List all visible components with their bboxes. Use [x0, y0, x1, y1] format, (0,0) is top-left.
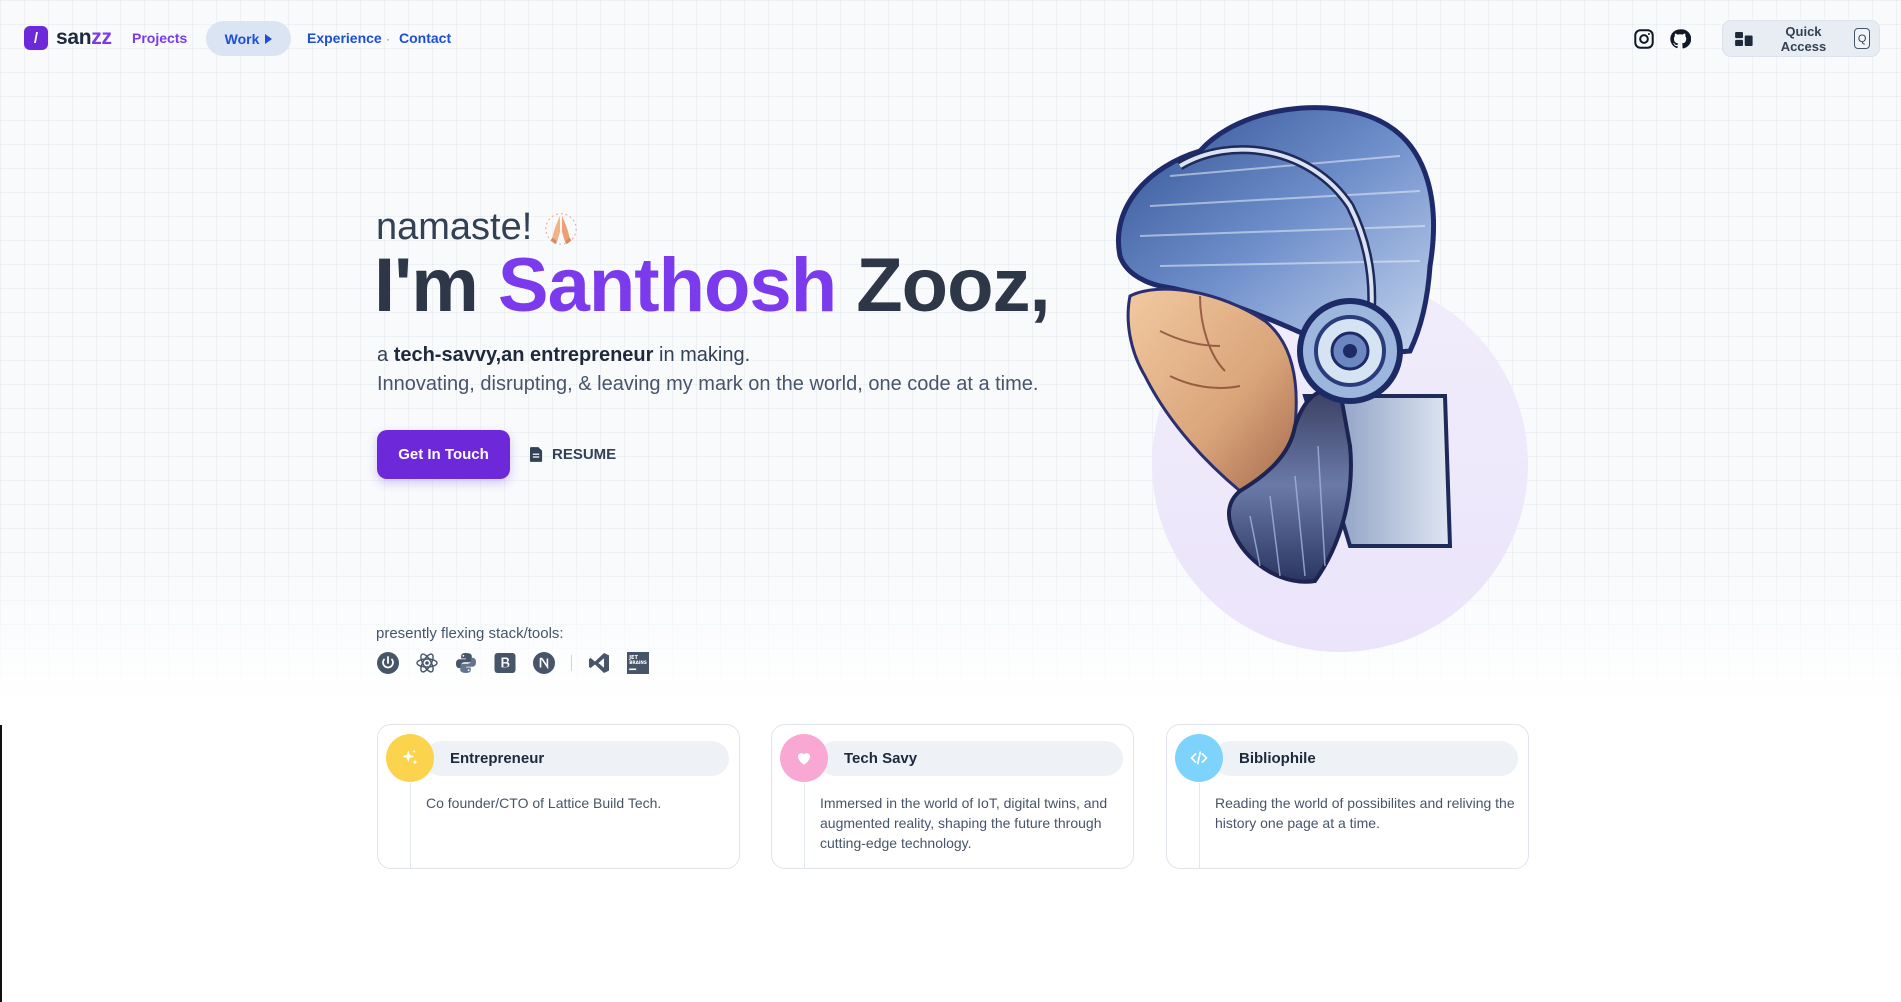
quick-access-label: Quick Access [1780, 23, 1827, 54]
vscode-icon [589, 653, 609, 673]
card-connector-line [804, 783, 805, 869]
nav-link-work-label: Work [224, 30, 260, 47]
nav-link-projects[interactable]: Projects [132, 30, 187, 46]
sparkles-icon [386, 734, 434, 782]
jetbrains-icon: JET BRAINS [627, 652, 649, 674]
portrait-illustration [1116, 105, 1453, 584]
card-entrepreneur: Entrepreneur Co founder/CTO of Lattice B… [377, 724, 740, 869]
nav-separator-dot: · [386, 32, 390, 46]
top-navbar: / sanzz Projects Work Experience · Conta… [0, 0, 1901, 78]
resume-label: RESUME [552, 446, 617, 463]
heart-icon [780, 734, 828, 782]
dashboard-icon [1735, 31, 1753, 46]
keyboard-shortcut-key: Q [1854, 28, 1870, 49]
headline-suffix: Zooz, [836, 243, 1050, 328]
github-icon[interactable] [1669, 28, 1692, 50]
nextjs-icon [533, 652, 555, 674]
logo-text-main: san [56, 26, 92, 49]
card-tech-savy: Tech Savy Immersed in the world of IoT, … [771, 724, 1134, 869]
tagline-prefix: a [377, 344, 394, 366]
card-connector-line [410, 783, 411, 869]
logo-text-accent: zz [91, 26, 112, 49]
card-title: Bibliophile [1213, 741, 1518, 776]
folded-hands-icon [545, 212, 578, 245]
card-description: Reading the world of possibilites and re… [1215, 795, 1515, 831]
site-logo[interactable]: / sanzz [24, 26, 112, 50]
python-icon [456, 653, 476, 673]
card-title: Entrepreneur [424, 741, 729, 776]
headline-prefix: I'm [374, 243, 498, 328]
nav-link-experience[interactable]: Experience [307, 30, 382, 46]
nav-link-work[interactable]: Work [206, 21, 291, 56]
card-bibliophile: Bibliophile Reading the world of possibi… [1166, 724, 1529, 869]
instagram-icon[interactable] [1633, 28, 1655, 50]
nav-link-contact[interactable]: Contact [399, 30, 451, 46]
headline-name: Santhosh [497, 243, 837, 328]
resume-link[interactable]: RESUME [530, 446, 616, 463]
hero-subline: Innovating, disrupting, & leaving my mar… [377, 373, 1039, 395]
tech-stack-icons: JET BRAINS [376, 651, 650, 675]
card-description: Co founder/CTO of Lattice Build Tech. [426, 795, 662, 811]
stack-separator [571, 655, 572, 671]
react-icon [416, 653, 438, 673]
logo-badge: / [24, 26, 48, 50]
bootstrap-icon [494, 653, 516, 673]
play-icon [265, 33, 273, 44]
power-icon [377, 652, 399, 674]
stack-label: presently flexing stack/tools: [376, 625, 564, 642]
hero-headline: I'm Santhosh Zooz, [374, 242, 1051, 329]
logo-text: sanzz [56, 26, 112, 50]
card-connector-line [1199, 783, 1200, 869]
document-icon [530, 447, 543, 462]
card-title: Tech Savy [818, 741, 1123, 776]
tagline-bold: tech-savvy,an entrepreneur [393, 344, 654, 366]
card-description: Immersed in the world of IoT, digital tw… [820, 795, 1108, 851]
quick-access-button[interactable]: Quick Access Q [1722, 20, 1880, 57]
svg-text:BRAINS: BRAINS [629, 660, 647, 665]
code-icon [1175, 734, 1223, 782]
hero-tagline: a tech-savvy,an entrepreneur in making. [377, 344, 750, 367]
get-in-touch-button[interactable]: Get In Touch [377, 430, 510, 479]
page-edge-divider [0, 725, 2, 1002]
tagline-suffix: in making. [653, 344, 751, 366]
